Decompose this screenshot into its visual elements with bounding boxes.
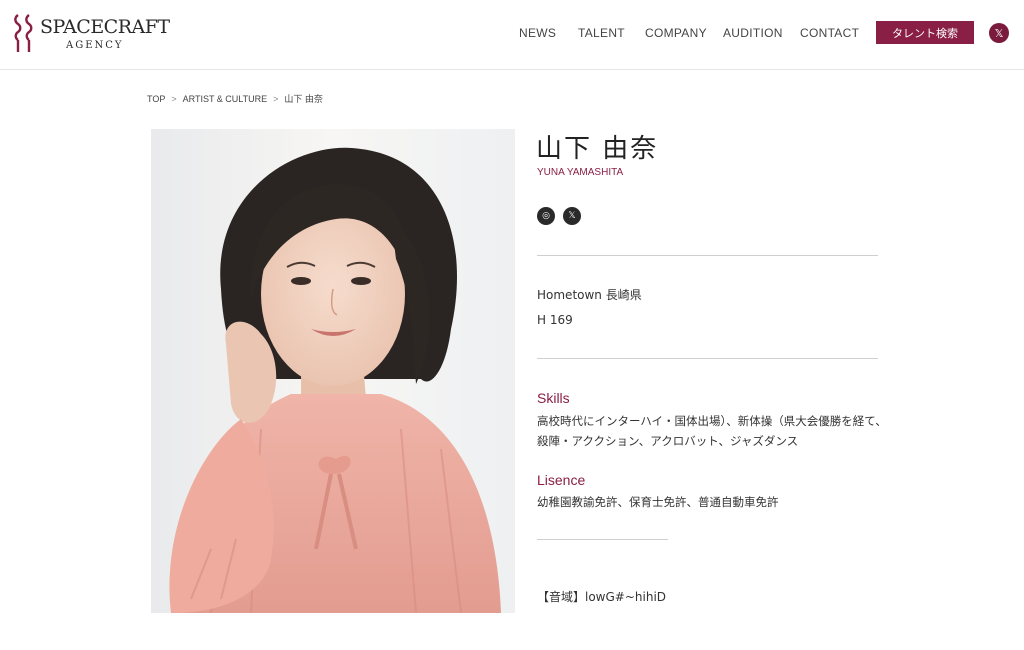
divider-short (537, 539, 668, 540)
x-icon[interactable]: 𝕏 (563, 207, 581, 225)
logo[interactable]: SPACECRAFT AGENCY (12, 12, 170, 58)
site-header: SPACECRAFT AGENCY NEWS TALENT COMPANY AU… (0, 0, 1024, 70)
talent-name-jp: 山下 由奈 (536, 134, 659, 164)
profile-photo (151, 129, 515, 613)
licence-title: Lisence (537, 472, 586, 488)
breadcrumb-top[interactable]: TOP (147, 94, 165, 104)
nav-news[interactable]: NEWS (519, 26, 556, 40)
breadcrumb-current: 山下 由奈 (284, 94, 323, 104)
instagram-icon[interactable]: ◎ (537, 207, 555, 225)
divider (537, 255, 878, 256)
nav-company[interactable]: COMPANY (645, 26, 707, 40)
breadcrumb-category[interactable]: ARTIST & CULTURE (183, 94, 268, 104)
talent-name-en: YUNA YAMASHITA (537, 167, 624, 178)
portrait-illustration (151, 129, 515, 613)
skills-line-2: 殺陣・アククション、アクロバット、ジャズダンス (537, 434, 799, 448)
logo-wordmark: SPACECRAFT (40, 16, 170, 38)
breadcrumb: TOP > ARTIST & CULTURE > 山下 由奈 (147, 92, 323, 105)
nav-talent[interactable]: TALENT (578, 26, 625, 40)
divider (537, 358, 878, 359)
logo-mark-icon (14, 14, 33, 52)
logo-subtitle: AGENCY (66, 40, 124, 51)
skills-line-1: 高校時代にインターハイ・国体出場）、新体操（県大会優勝を経て、 (537, 414, 887, 428)
hometown: Hometown 長崎県 (537, 288, 642, 302)
breadcrumb-separator: > (171, 94, 177, 104)
x-icon[interactable]: 𝕏 (989, 23, 1009, 43)
nav-contact[interactable]: CONTACT (800, 26, 859, 40)
nav-audition[interactable]: AUDITION (723, 26, 783, 40)
talent-search-button[interactable]: タレント検索 (876, 21, 974, 44)
skills-title: Skills (537, 390, 570, 406)
voice-range: 【音域】lowG#~hihiD (537, 590, 667, 604)
breadcrumb-separator: > (273, 94, 279, 104)
height: H 169 (537, 313, 573, 327)
licence-body: 幼稚園教諭免許、保育士免許、普通自動車免許 (537, 495, 779, 509)
